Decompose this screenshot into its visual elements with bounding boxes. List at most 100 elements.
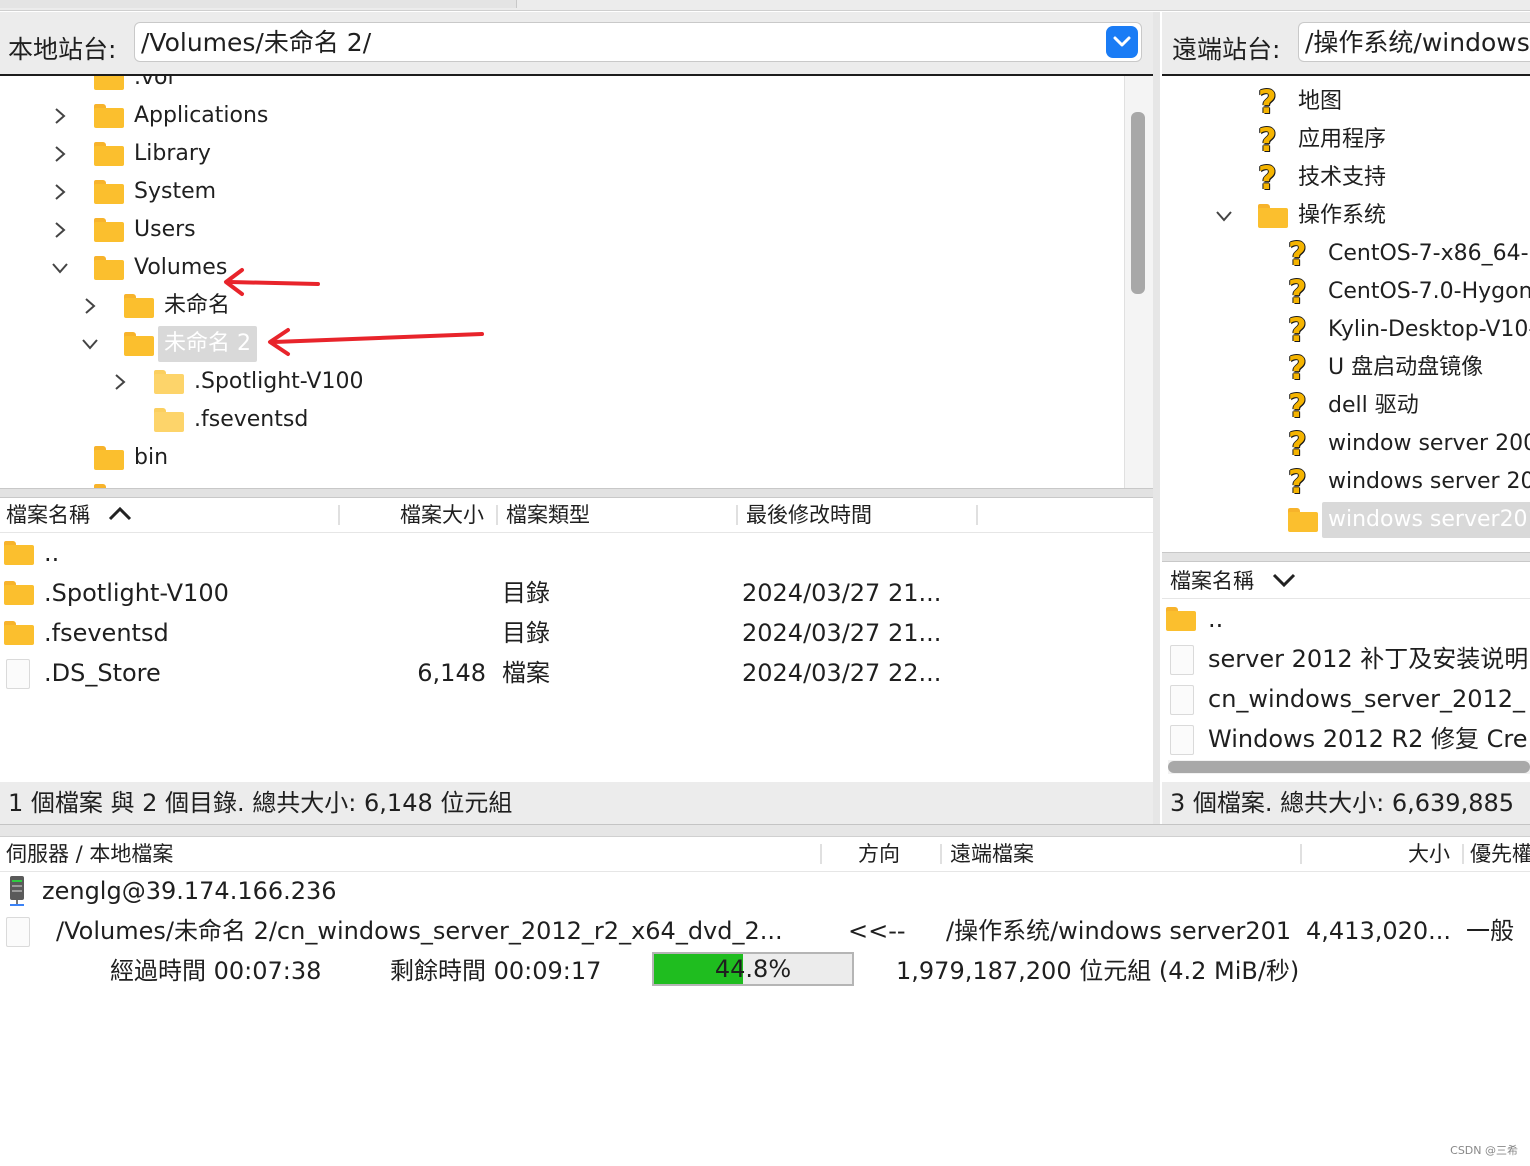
folder-icon <box>1288 508 1318 532</box>
local-tree-scrollbar[interactable] <box>1124 76 1153 488</box>
file-icon <box>6 917 30 947</box>
chevron-down-icon[interactable] <box>50 258 70 278</box>
remote-tree-item[interactable]: ? dell 驱动 <box>1162 388 1530 424</box>
column-type-header[interactable]: 檔案類型 <box>506 498 590 532</box>
remote-file-row[interactable]: Windows 2012 R2 修复 Cre <box>1162 719 1530 759</box>
file-row-spotlight[interactable]: .Spotlight-V100 目錄 2024/03/27 21... <box>0 573 1153 613</box>
file-icon <box>6 659 30 689</box>
folder-icon <box>94 218 124 242</box>
tree-item-system[interactable]: System <box>0 174 1120 210</box>
remote-tree-item-selected[interactable]: windows server201 <box>1162 502 1530 538</box>
chevron-right-icon[interactable] <box>50 182 70 202</box>
remote-tree-item[interactable]: ? CentOS-7.0-Hygon <box>1162 274 1530 310</box>
tree-item-unnamed[interactable]: 未命名 <box>0 288 1120 324</box>
tree-item-label: 应用程序 <box>1298 127 1387 152</box>
local-splitter[interactable] <box>0 488 1153 498</box>
tree-item-label: System <box>134 179 217 204</box>
file-icon <box>1170 645 1194 675</box>
file-type: 目錄 <box>502 619 550 647</box>
file-row-fseventsd[interactable]: .fseventsd 目錄 2024/03/27 21... <box>0 613 1153 653</box>
tab-strip-segment <box>0 0 517 8</box>
tree-item-fseventsd[interactable]: .fseventsd <box>0 402 1120 438</box>
remote-status-bar: 3 個檔案. 總共大小: 6,639,885 <box>1162 782 1530 824</box>
file-name: cn_windows_server_2012_ <box>1208 685 1526 713</box>
tree-item-bin[interactable]: bin <box>0 440 1120 476</box>
queue-column-priority[interactable]: 優先權 <box>1470 837 1530 871</box>
local-path-dropdown-button[interactable] <box>1106 26 1138 58</box>
chevron-right-icon[interactable] <box>50 144 70 164</box>
transferred-bytes: 1,979,187,200 位元組 (4.2 MiB/秒) <box>896 957 1300 985</box>
queue-column-size[interactable]: 大小 <box>1408 837 1450 871</box>
tree-item-unnamed-2[interactable]: 未命名 2 <box>0 326 1120 362</box>
scrollbar-thumb[interactable] <box>1168 761 1530 773</box>
tree-item-volumes[interactable]: Volumes <box>0 250 1120 286</box>
queue-priority: 一般 <box>1466 917 1514 945</box>
tree-item-label: Library <box>134 141 211 166</box>
local-path-input[interactable]: /Volumes/未命名 2/ <box>134 22 1142 62</box>
remote-tree-item[interactable]: ? 技术支持 <box>1162 160 1530 196</box>
tree-item-spotlight[interactable]: .Spotlight-V100 <box>0 364 1120 400</box>
remote-file-row[interactable]: server 2012 补丁及安装说明 <box>1162 639 1530 679</box>
file-type: 檔案 <box>502 659 550 687</box>
transfer-progress-bar: 44.8% <box>652 952 854 986</box>
file-name: .. <box>1208 605 1224 633</box>
tree-item-label: Kylin-Desktop-V10- <box>1328 317 1530 342</box>
file-name: Windows 2012 R2 修复 Cre <box>1208 725 1528 753</box>
remote-tree-item[interactable]: ? 应用程序 <box>1162 122 1530 158</box>
remaining-time: 剩餘時間 00:09:17 <box>390 957 602 985</box>
file-row-parent[interactable]: .. <box>0 533 1153 573</box>
chevron-down-icon[interactable] <box>80 334 100 354</box>
queue-column-server[interactable]: 伺服器 / 本地檔案 <box>6 837 173 871</box>
folder-icon <box>124 294 154 318</box>
remote-file-row[interactable]: cn_windows_server_2012_ <box>1162 679 1530 719</box>
chevron-right-icon[interactable] <box>80 296 100 316</box>
column-name-header[interactable]: 檔案名稱 <box>6 498 133 532</box>
remote-status-text: 3 個檔案. 總共大小: 6,639,885 <box>1170 789 1515 817</box>
column-size-header[interactable]: 檔案大小 <box>400 498 484 532</box>
column-modified-header[interactable]: 最後修改時間 <box>746 498 872 532</box>
tree-item-applications[interactable]: Applications <box>0 98 1120 134</box>
queue-transfer-row[interactable]: /Volumes/未命名 2/cn_windows_server_2012_r2… <box>0 911 1530 951</box>
tree-item-label: windows server 201 <box>1328 469 1530 494</box>
tree-item-vol[interactable]: .vol <box>0 76 1120 96</box>
tree-item-label-selected: windows server201 <box>1322 502 1530 538</box>
remote-tree-item[interactable]: ? Kylin-Desktop-V10- <box>1162 312 1530 348</box>
tree-item-label: bin <box>134 445 169 470</box>
remote-path-input[interactable]: /操作系统/windows <box>1298 22 1530 62</box>
chevron-down-icon[interactable] <box>1214 206 1234 226</box>
remote-path-value: /操作系统/windows <box>1305 28 1530 57</box>
remote-list-hscrollbar[interactable] <box>1168 760 1530 774</box>
file-row-ds-store[interactable]: .DS_Store 6,148 檔案 2024/03/27 22... <box>0 653 1153 693</box>
remote-file-row-parent[interactable]: .. <box>1162 599 1530 639</box>
remote-tree-item[interactable]: ? window server 2008 <box>1162 426 1530 462</box>
tree-item-label: dell 驱动 <box>1328 393 1419 418</box>
remote-tree-item[interactable]: ? windows server 201 <box>1162 464 1530 500</box>
queue-header: 伺服器 / 本地檔案 方向 遠端檔案 大小 優先權 <box>0 836 1530 872</box>
remote-tree-item[interactable]: ? U 盘启动盘镜像 <box>1162 350 1530 386</box>
local-status-bar: 1 個檔案 與 2 個目錄. 總共大小: 6,148 位元組 <box>0 782 1153 824</box>
remote-splitter[interactable] <box>1162 552 1530 562</box>
remote-column-name-header[interactable]: 檔案名稱 <box>1170 564 1297 598</box>
unknown-folder-icon: ? <box>1288 235 1307 273</box>
queue-server-row[interactable]: zenglg@39.174.166.236 <box>0 871 1530 911</box>
remote-tree-item-os[interactable]: 操作系统 <box>1162 198 1530 234</box>
chevron-right-icon[interactable] <box>110 372 130 392</box>
tree-item-users[interactable]: Users <box>0 212 1120 248</box>
queue-local-file: /Volumes/未命名 2/cn_windows_server_2012_r2… <box>56 917 783 945</box>
queue-column-direction[interactable]: 方向 <box>858 837 900 871</box>
remote-tree-item[interactable]: ? CentOS-7-x86_64- <box>1162 236 1530 272</box>
file-modified: 2024/03/27 22... <box>742 659 942 687</box>
folder-icon <box>154 370 184 394</box>
chevron-right-icon[interactable] <box>50 106 70 126</box>
chevron-right-icon[interactable] <box>50 220 70 240</box>
panel-splitter[interactable] <box>1153 12 1160 824</box>
unknown-folder-icon: ? <box>1288 387 1307 425</box>
tree-item-label: Volumes <box>134 255 228 280</box>
remote-site-label: 遠端站台: <box>1172 35 1281 64</box>
unknown-folder-icon: ? <box>1288 425 1307 463</box>
queue-column-remote[interactable]: 遠端檔案 <box>950 837 1034 871</box>
tree-item-library[interactable]: Library <box>0 136 1120 172</box>
remote-tree-item[interactable]: ? 地图 <box>1162 84 1530 120</box>
folder-icon <box>94 180 124 204</box>
scrollbar-thumb[interactable] <box>1131 112 1145 294</box>
